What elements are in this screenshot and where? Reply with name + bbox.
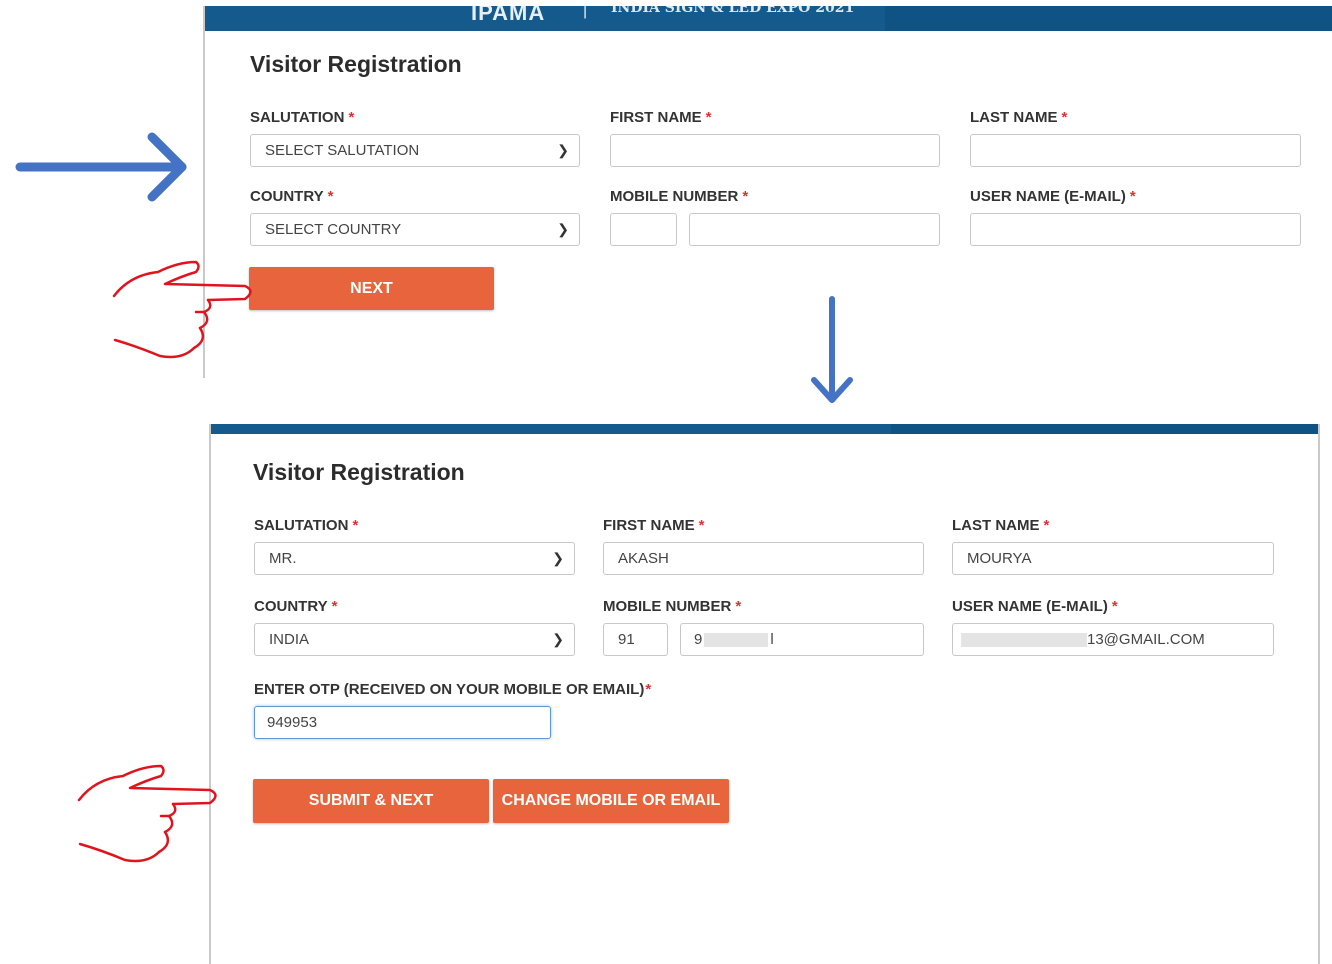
first-name-input[interactable] <box>610 134 940 167</box>
registration-panel-filled: Visitor Registration SALUTATION * MR. ❯ FI… <box>209 424 1320 964</box>
chevron-down-icon: ❯ <box>552 631 564 647</box>
last-name-input[interactable] <box>970 134 1301 167</box>
site-banner <box>211 424 1318 434</box>
otp-label: ENTER OTP (RECEIVED ON YOUR MOBILE OR EM… <box>254 681 652 698</box>
next-button[interactable]: NEXT <box>249 267 494 310</box>
country-label: COUNTRY * <box>254 598 338 615</box>
country-select[interactable]: INDIA ❯ <box>254 623 575 656</box>
site-banner: IPAMA | INDIA SIGN & LED EXPO 2021 <box>205 6 1332 31</box>
country-code-input[interactable] <box>610 213 677 246</box>
right-arrow-icon <box>15 132 187 202</box>
banner-right <box>891 424 1318 434</box>
country-label: COUNTRY * <box>250 188 334 205</box>
salutation-select[interactable]: MR. ❯ <box>254 542 575 575</box>
mobile-number-input[interactable] <box>689 213 940 246</box>
salutation-select[interactable]: SELECT SALUTATION ❯ <box>250 134 580 167</box>
email-input[interactable] <box>970 213 1301 246</box>
redacted-block <box>961 633 1087 648</box>
banner-title: IPAMA <box>471 6 546 25</box>
last-name-input[interactable]: MOURYA <box>952 542 1274 575</box>
banner-right <box>885 6 1332 31</box>
country-code-input[interactable]: 91 <box>603 623 668 656</box>
redacted-block <box>704 633 769 648</box>
change-mobile-email-button[interactable]: CHANGE MOBILE OR EMAIL <box>493 779 729 823</box>
chevron-down-icon: ❯ <box>557 221 569 237</box>
first-name-input[interactable]: AKASH <box>603 542 924 575</box>
last-name-label: LAST NAME * <box>970 109 1068 126</box>
salutation-label: SALUTATION * <box>250 109 355 126</box>
page-title: Visitor Registration <box>250 51 462 77</box>
chevron-down-icon: ❯ <box>552 550 564 566</box>
email-label: USER NAME (E-MAIL) * <box>952 598 1118 615</box>
otp-input[interactable]: 949953 <box>254 706 551 739</box>
last-name-label: LAST NAME * <box>952 517 1050 534</box>
first-name-label: FIRST NAME * <box>603 517 705 534</box>
banner-separator: | <box>583 6 588 19</box>
page-title: Visitor Registration <box>253 459 465 485</box>
banner-subtitle: INDIA SIGN & LED EXPO 2021 <box>611 6 855 16</box>
salutation-label: SALUTATION * <box>254 517 359 534</box>
mobile-number-input[interactable]: 9l <box>680 623 924 656</box>
mobile-label: MOBILE NUMBER * <box>603 598 742 615</box>
country-select[interactable]: SELECT COUNTRY ❯ <box>250 213 580 246</box>
email-label: USER NAME (E-MAIL) * <box>970 188 1136 205</box>
email-input[interactable]: 13@GMAIL.COM <box>952 623 1274 656</box>
mobile-label: MOBILE NUMBER * <box>610 188 749 205</box>
submit-next-button[interactable]: SUBMIT & NEXT <box>253 779 489 823</box>
chevron-down-icon: ❯ <box>557 142 569 158</box>
registration-panel-empty: IPAMA | INDIA SIGN & LED EXPO 2021 Visit… <box>203 6 1332 378</box>
pointing-hand-icon <box>77 764 217 863</box>
first-name-label: FIRST NAME * <box>610 109 712 126</box>
